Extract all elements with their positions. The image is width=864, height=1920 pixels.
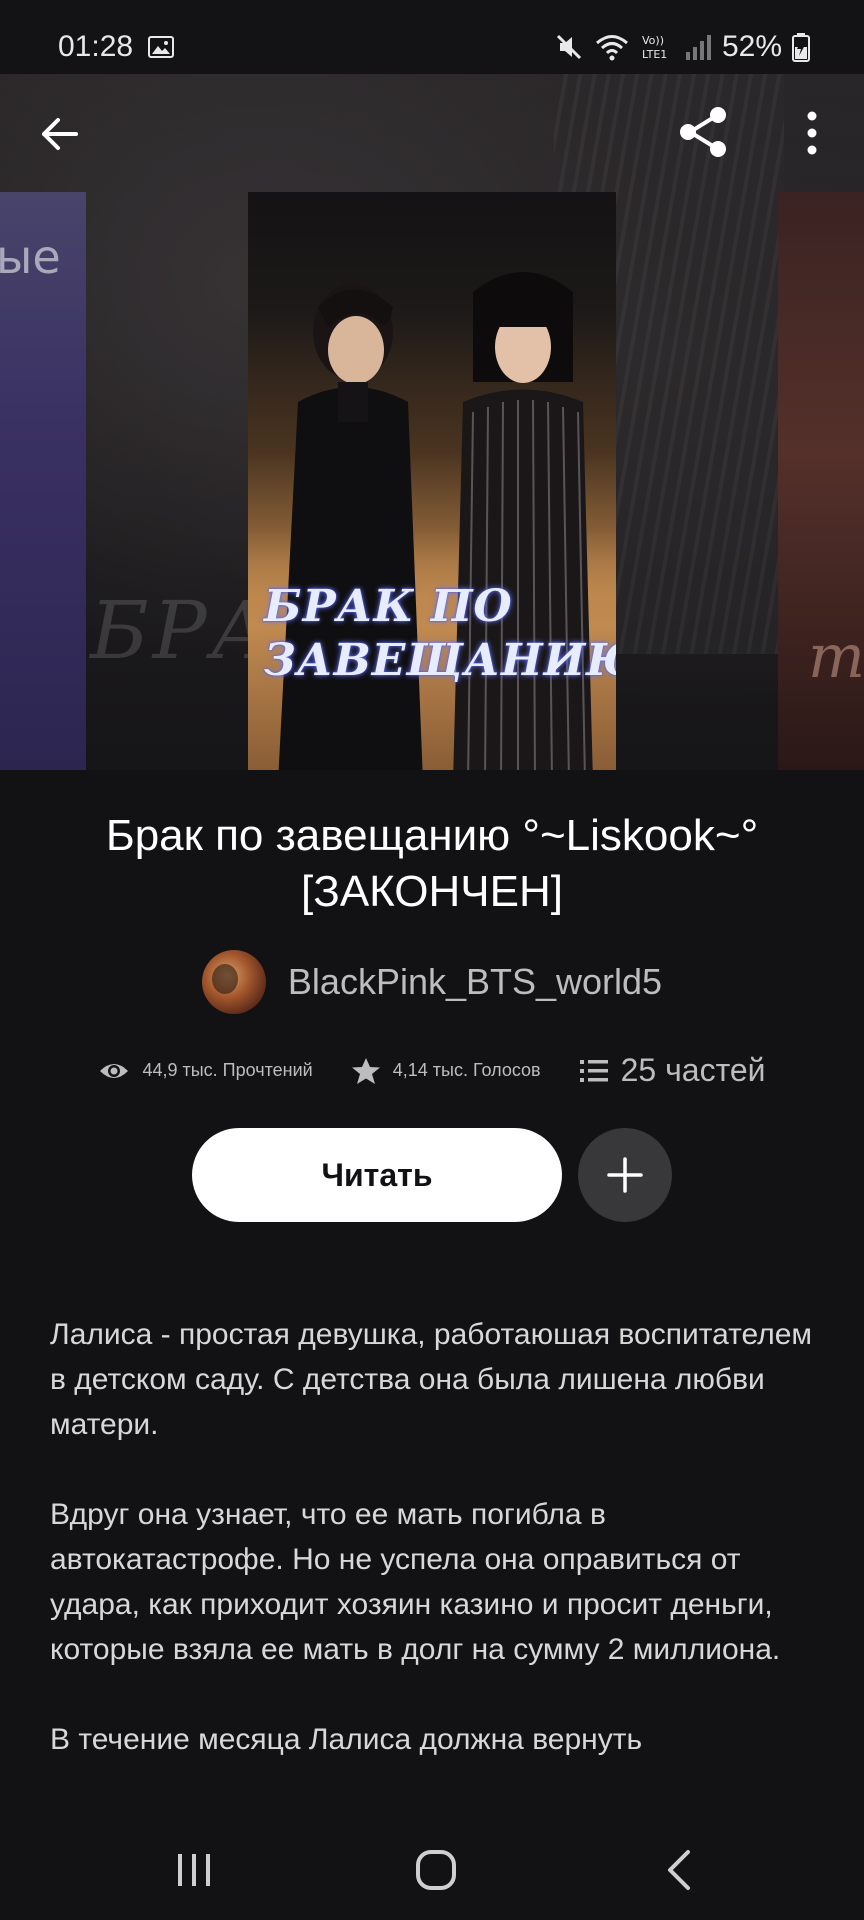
votes-stat: 4,14 тыс. Голосов [351, 1056, 541, 1086]
cover-figure-left [278, 284, 423, 770]
home-icon[interactable] [414, 1848, 458, 1892]
svg-text:Vo)): Vo)) [642, 34, 664, 47]
more-vert-icon[interactable] [796, 108, 828, 158]
list-icon [579, 1059, 608, 1082]
description-paragraph: Вдруг она узнает, что ее мать погибла в … [50, 1498, 781, 1666]
nav-back-icon[interactable] [660, 1848, 696, 1892]
cover-title: БРАК ПО ЗАВЕЩАНИЮ [264, 580, 616, 688]
signal-icon [685, 35, 711, 60]
previous-cover-text: ые [0, 230, 61, 284]
story-title: Брак по завещанию °~Liskook~° [ЗАКОНЧЕН] [105, 811, 759, 916]
battery-percent: 52% [721, 30, 782, 63]
reads-count: 44,9 тыс. Прочтений [142, 1060, 313, 1080]
add-to-library-button[interactable] [578, 1128, 672, 1222]
reads-stat: 44,9 тыс. Прочтений [98, 1059, 313, 1083]
status-bar: 01:28 Vo)) LTE1 52% [0, 0, 864, 74]
next-cover-text: те [808, 622, 864, 692]
parts-stat[interactable]: 25 частей [579, 1052, 766, 1089]
story-stats: 44,9 тыс. Прочтений 4,14 тыс. Голосов 25… [0, 1052, 864, 1089]
read-button[interactable]: Читать [192, 1128, 562, 1222]
author-row[interactable]: BlackPink_BTS_world5 [0, 950, 864, 1014]
mute-icon [556, 34, 582, 60]
back-arrow-icon[interactable] [36, 110, 84, 158]
status-indicators: Vo)) LTE1 52% [554, 30, 810, 64]
cover-figure-right [453, 272, 593, 770]
next-cover[interactable]: те [778, 192, 864, 770]
battery-charging-icon [792, 33, 810, 62]
wifi-icon [595, 35, 628, 61]
star-icon [351, 1057, 380, 1084]
previous-cover[interactable]: ые [0, 192, 86, 770]
author-name[interactable]: BlackPink_BTS_world5 [288, 961, 662, 1003]
description-paragraph: Лалиса - простая девушка, работаюшая вос… [50, 1318, 813, 1441]
svg-text:LTE1: LTE1 [642, 48, 667, 61]
plus-icon [607, 1157, 643, 1193]
story-description: Лалиса - простая девушка, работаюшая вос… [50, 1312, 830, 1810]
share-icon[interactable] [676, 104, 732, 160]
volte-icon: Vo)) LTE1 [642, 34, 667, 61]
cover-title-line2: ЗАВЕЩАНИЮ [264, 635, 616, 686]
votes-count: 4,14 тыс. Голосов [392, 1060, 541, 1080]
cover-title-line1: БРАК ПО [264, 581, 513, 632]
system-nav-bar [0, 1810, 864, 1920]
eye-icon [100, 1063, 129, 1078]
cover-carousel[interactable]: БРА ые те [0, 74, 864, 770]
recents-icon[interactable] [172, 1850, 216, 1890]
author-avatar[interactable] [201, 950, 266, 1014]
status-time: 01:28 [58, 30, 134, 63]
parts-count: 25 частей [620, 1052, 766, 1088]
description-paragraph: В течение месяца Лалиса должна вернуть [50, 1723, 643, 1756]
gallery-icon [148, 36, 174, 58]
main-cover-image[interactable]: БРАК ПО ЗАВЕЩАНИЮ [248, 192, 616, 770]
